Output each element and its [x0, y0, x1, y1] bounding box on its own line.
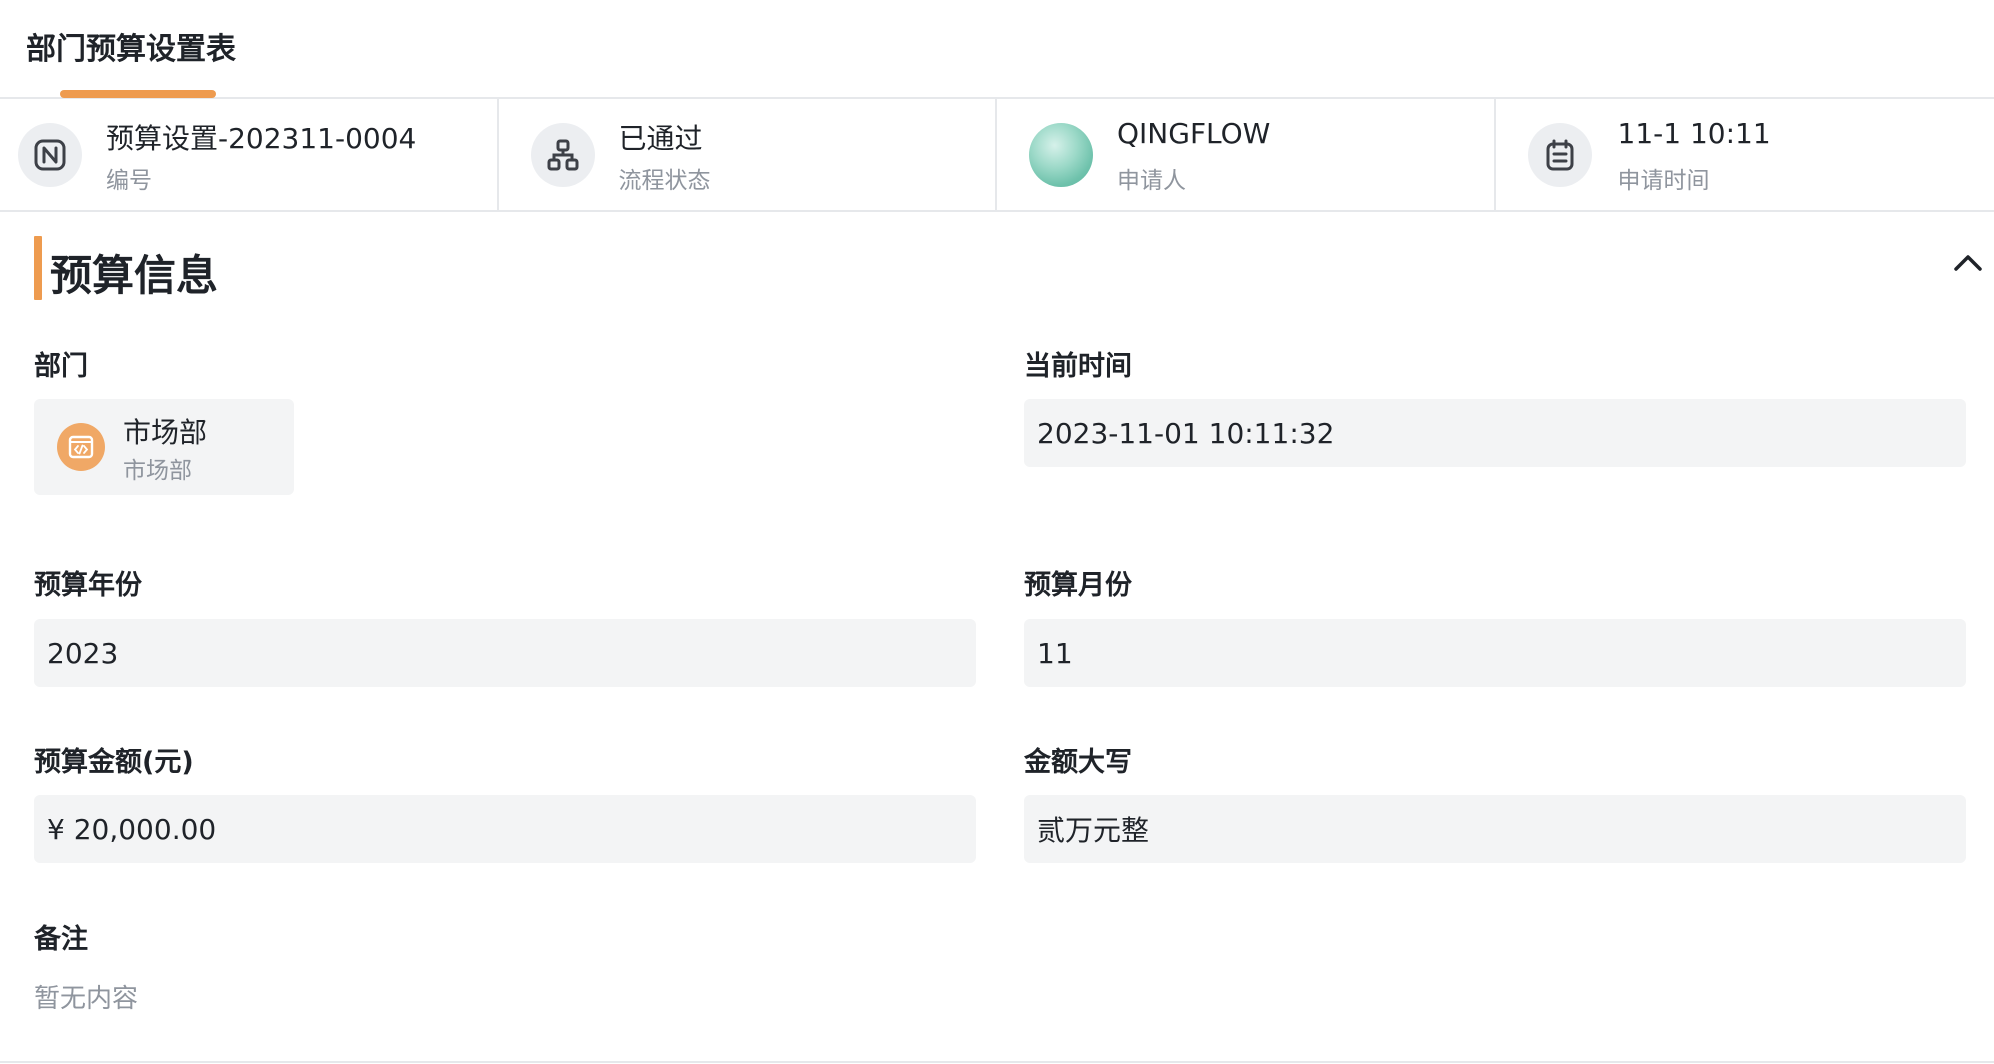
divider	[0, 1061, 1994, 1063]
process-status: 已通过	[618, 122, 703, 155]
section-title: 预算信息	[50, 251, 219, 300]
amount-uppercase-field: 贰万元整	[1024, 795, 1966, 863]
calendar-icon	[1527, 123, 1592, 187]
chevron-up-icon[interactable]	[1948, 244, 1988, 280]
current-time-label: 当前时间	[1024, 351, 1132, 382]
department-name: 市场部	[123, 416, 208, 449]
record-summary-strip: 预算设置-202311-0004 编号 已通过 流程状态 QINGFLOW 申请…	[0, 99, 1994, 212]
section-accent-bar	[34, 236, 42, 300]
process-status-label: 流程状态	[618, 168, 711, 194]
record-number-label: 编号	[106, 168, 152, 194]
record-number: 预算设置-202311-0004	[106, 122, 417, 155]
summary-status: 已通过 流程状态	[499, 99, 997, 210]
flow-chart-icon	[530, 123, 595, 187]
budget-year-label: 预算年份	[34, 570, 142, 601]
summary-applicant: QINGFLOW 申请人	[997, 99, 1496, 210]
remark-empty-text: 暂无内容	[34, 984, 139, 1014]
applicant-name: QINGFLOW	[1117, 117, 1271, 150]
summary-time: 11-1 10:11 申请时间	[1496, 99, 1994, 210]
budget-month-field: 11	[1024, 619, 1966, 687]
active-tab-indicator	[60, 90, 216, 98]
amount-uppercase-label: 金额大写	[1024, 747, 1132, 778]
remark-label: 备注	[34, 924, 88, 955]
form-detail-page: 部门预算设置表 预算设置-202311-0004 编号 已通过 流程状态 QIN…	[0, 0, 1994, 1064]
tab-bar: 部门预算设置表	[0, 0, 1994, 99]
budget-month-label: 预算月份	[1024, 570, 1132, 601]
budget-year-field: 2023	[34, 619, 976, 687]
department-card[interactable]: 市场部 市场部	[34, 399, 294, 495]
budget-amount-field: ¥ 20,000.00	[34, 795, 976, 863]
department-sub: 市场部	[123, 458, 192, 484]
avatar[interactable]	[1029, 123, 1093, 187]
department-label: 部门	[34, 351, 88, 382]
budget-amount-label: 预算金额(元)	[34, 747, 194, 778]
department-code-icon	[57, 423, 105, 471]
letter-n-icon	[18, 123, 82, 187]
apply-time: 11-1 10:11	[1617, 117, 1771, 150]
apply-time-label: 申请时间	[1617, 168, 1710, 194]
applicant-label: 申请人	[1117, 168, 1186, 194]
tab-title[interactable]: 部门预算设置表	[26, 24, 236, 68]
summary-number: 预算设置-202311-0004 编号	[0, 99, 499, 210]
current-time-field: 2023-11-01 10:11:32	[1024, 399, 1966, 467]
